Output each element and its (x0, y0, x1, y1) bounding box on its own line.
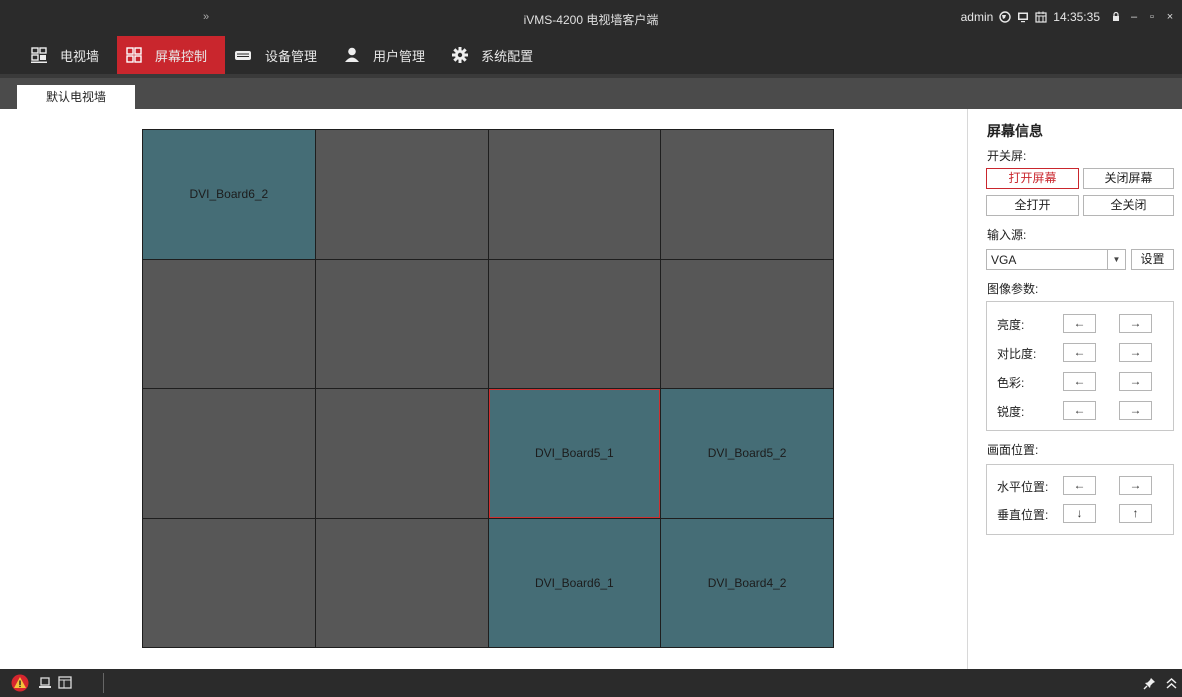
nav-system-config[interactable]: 系统配置 (443, 36, 551, 74)
color-label: 色彩: (997, 376, 1025, 390)
wall-screen-cell[interactable] (661, 259, 833, 388)
globe-icon[interactable] (999, 11, 1011, 23)
input-source-value: VGA (991, 253, 1017, 267)
wall-screen-cell[interactable] (315, 389, 488, 518)
sharpness-decrease-button[interactable]: ← (1063, 401, 1096, 420)
panel-title: 屏幕信息 (987, 123, 1043, 139)
position-label: 画面位置: (987, 443, 1039, 457)
calendar-icon (1035, 11, 1047, 23)
screen-cell-label: DVI_Board5_2 (707, 446, 787, 461)
sharpness-increase-button[interactable]: → (1119, 401, 1152, 420)
nav-screen-control[interactable]: 屏幕控制 (117, 36, 226, 74)
video-wall-grid: DVI_Board6_2 DVI_Board5_1 DVI_Board5_2 DVI_… (142, 129, 834, 648)
input-source-select[interactable]: VGA ▼ (986, 249, 1126, 270)
nav-label: 电视墙 (60, 48, 100, 64)
wall-screen-cell[interactable] (143, 259, 315, 388)
nav-label: 设备管理 (265, 48, 318, 64)
contrast-label: 对比度: (997, 347, 1037, 361)
collapse-up-icon[interactable] (1166, 677, 1177, 690)
wall-screen-cell[interactable]: DVI_Board4_2 (661, 518, 833, 647)
wall-screen-cell[interactable] (143, 518, 315, 647)
brightness-decrease-button[interactable]: ← (1063, 314, 1096, 333)
status-divider (103, 673, 104, 693)
image-params-group: 亮度: ← → 对比度: ← → 色彩: ← → 锐度: ← → (986, 301, 1174, 431)
vertical-down-button[interactable]: ↓ (1063, 504, 1096, 523)
horizontal-left-button[interactable]: ← (1063, 476, 1096, 495)
power-label: 开关屏: (987, 149, 1027, 163)
main-nav: 电视墙 屏幕控制 设备管理 用户管理 系统配置 (0, 36, 1182, 74)
screen-cell-label: DVI_Board5_1 (535, 446, 614, 461)
horizontal-right-button[interactable]: → (1119, 476, 1152, 495)
settings-button[interactable]: 设置 (1131, 249, 1174, 270)
tab-default-tv-wall[interactable]: 默认电视墙 (17, 85, 135, 109)
nav-label: 系统配置 (481, 48, 534, 64)
wall-screen-cell[interactable] (315, 518, 488, 647)
image-params-label: 图像参数: (987, 282, 1039, 296)
tab-strip: 默认电视墙 (0, 78, 1182, 109)
dropdown-arrow-icon[interactable]: ▼ (1107, 250, 1125, 269)
wall-screen-cell[interactable] (315, 259, 488, 388)
wall-screen-cell[interactable] (488, 259, 661, 388)
sharpness-label: 锐度: (997, 405, 1025, 419)
nav-device-management[interactable]: 设备管理 (225, 36, 335, 74)
status-bar (0, 669, 1182, 697)
close-button[interactable]: × (1164, 11, 1176, 23)
color-decrease-button[interactable]: ← (1063, 372, 1096, 391)
titlebar-status: admin 14:35:35 – ▫ × (961, 10, 1176, 24)
wall-screen-cell[interactable] (143, 389, 315, 518)
screen-cell-label: DVI_Board6_1 (535, 575, 614, 590)
position-group: 水平位置: ← → 垂直位置: ↓ ↑ (986, 464, 1174, 535)
monitor-icon[interactable] (1017, 11, 1029, 23)
wall-screen-cell[interactable] (661, 130, 833, 259)
screen-info-panel: 屏幕信息 开关屏: 打开屏幕 关闭屏幕 全打开 全关闭 输入源: VGA ▼ 设… (967, 109, 1182, 669)
nav-user-management[interactable]: 用户管理 (335, 36, 443, 74)
color-increase-button[interactable]: → (1119, 372, 1152, 391)
pin-icon[interactable] (1143, 677, 1156, 690)
title-bar: » iVMS-4200 电视墙客户端 admin 14:35:35 – ▫ × (0, 0, 1182, 36)
log-icon[interactable] (38, 677, 52, 689)
lock-icon[interactable] (1110, 11, 1122, 23)
nav-label: 屏幕控制 (155, 48, 208, 64)
nav-tv-wall[interactable]: 电视墙 (22, 36, 117, 74)
device-icon (235, 51, 252, 60)
screen-cell-label: DVI_Board6_2 (189, 187, 269, 202)
brightness-label: 亮度: (997, 318, 1025, 332)
open-all-button[interactable]: 全打开 (986, 195, 1079, 216)
vertical-up-button[interactable]: ↑ (1119, 504, 1152, 523)
input-source-label: 输入源: (987, 228, 1027, 242)
gear-icon (452, 47, 469, 63)
window-layout-icon[interactable] (58, 676, 72, 689)
wall-screen-cell[interactable]: DVI_Board6_1 (488, 518, 661, 647)
close-screen-button[interactable]: 关闭屏幕 (1083, 168, 1174, 189)
maximize-button[interactable]: ▫ (1146, 11, 1158, 23)
wall-screen-cell[interactable]: DVI_Board5_1 (488, 389, 661, 518)
contrast-decrease-button[interactable]: ← (1063, 343, 1096, 362)
vertical-position-label: 垂直位置: (997, 508, 1049, 522)
close-all-button[interactable]: 全关闭 (1083, 195, 1174, 216)
alarm-warning-icon[interactable] (10, 674, 30, 692)
screen-grid-icon (126, 47, 142, 63)
brightness-increase-button[interactable]: → (1119, 314, 1152, 333)
screen-cell-label: DVI_Board4_2 (707, 575, 787, 590)
minimize-button[interactable]: – (1128, 11, 1140, 23)
wall-screen-cell[interactable]: DVI_Board5_2 (661, 389, 833, 518)
contrast-increase-button[interactable]: → (1119, 343, 1152, 362)
tv-wall-icon (31, 47, 47, 63)
horizontal-position-label: 水平位置: (997, 480, 1049, 494)
open-screen-button[interactable]: 打开屏幕 (986, 168, 1079, 189)
wall-area: DVI_Board6_2 DVI_Board5_1 DVI_Board5_2 DVI_… (0, 109, 967, 669)
wall-screen-cell[interactable] (315, 130, 488, 259)
wall-screen-cell[interactable]: DVI_Board6_2 (143, 130, 315, 259)
wall-screen-cell[interactable] (488, 130, 661, 259)
clock-time: 14:35:35 (1053, 10, 1100, 24)
nav-label: 用户管理 (373, 48, 426, 64)
user-icon (345, 47, 360, 62)
current-user[interactable]: admin (961, 10, 994, 24)
